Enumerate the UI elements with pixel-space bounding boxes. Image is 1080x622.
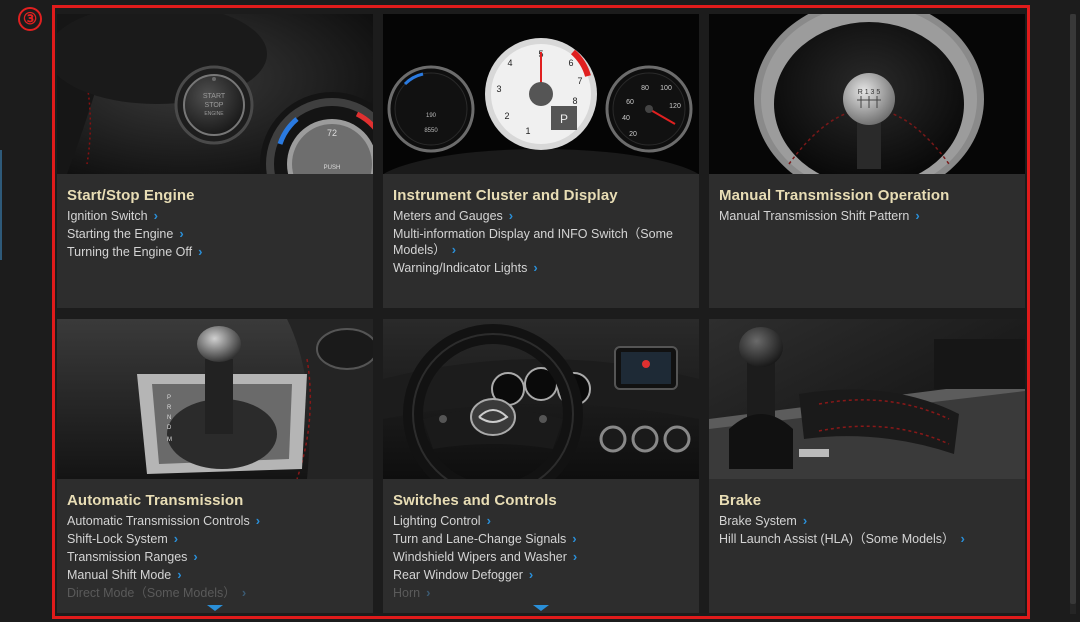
scrollbar[interactable] — [1070, 14, 1076, 614]
highlight-frame — [52, 5, 1030, 619]
side-accent — [0, 150, 2, 260]
scrollbar-thumb[interactable] — [1070, 14, 1076, 604]
callout-number: ③ — [18, 7, 42, 31]
